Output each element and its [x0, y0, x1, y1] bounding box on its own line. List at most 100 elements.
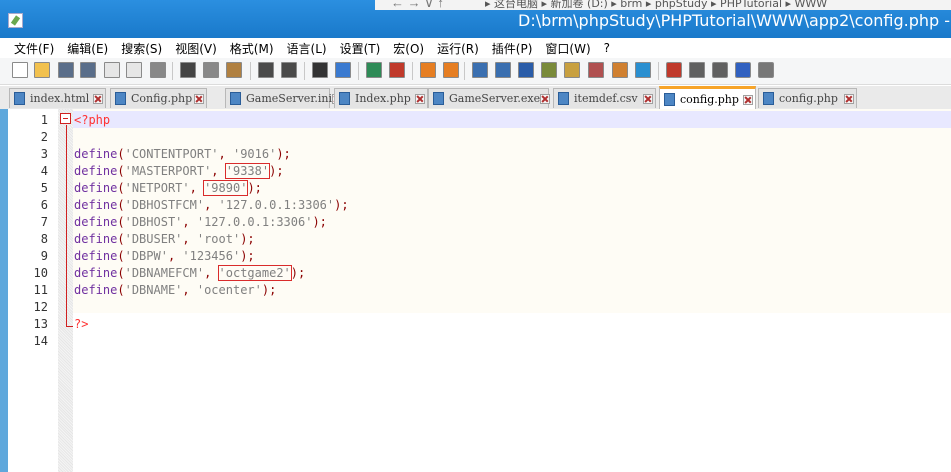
tab-label: GameServer.exe — [449, 92, 541, 105]
code-line[interactable]: define('DBNAMEFCM', 'octgame2'); — [74, 265, 305, 282]
zoom-in-icon[interactable] — [366, 62, 382, 78]
zoom-out-icon[interactable] — [389, 62, 405, 78]
fold-range-line — [66, 125, 67, 327]
tab-2[interactable]: GameServer.ini — [225, 88, 342, 108]
line-number: 12 — [33, 300, 48, 314]
fold-toggle-icon[interactable] — [60, 113, 71, 124]
code-token: 'DBHOSTFCM' — [124, 198, 205, 212]
code-line[interactable]: define('MASTERPORT', '9338'); — [74, 163, 284, 180]
folder-workspace-icon[interactable] — [612, 62, 628, 78]
code-token: 'DBUSER' — [124, 232, 183, 246]
fold-range-end — [66, 326, 73, 327]
toolbar — [0, 58, 951, 85]
code-line[interactable]: define('DBPW', '123456'); — [74, 248, 255, 265]
menu-item-1[interactable]: 编辑(E) — [61, 40, 115, 57]
menu-item-3[interactable]: 视图(V) — [169, 40, 224, 57]
code-line[interactable]: define('DBNAME', 'ocenter'); — [74, 282, 276, 299]
run-macro-multiple-icon[interactable] — [735, 62, 751, 78]
show-all-chars-icon[interactable] — [495, 62, 511, 78]
new-file-icon[interactable] — [12, 62, 28, 78]
paste-icon[interactable] — [226, 62, 242, 78]
file-saved-icon — [14, 92, 25, 105]
code-token: ( — [117, 181, 125, 195]
code-line[interactable]: define('DBHOST', '127.0.0.1:3306'); — [74, 214, 327, 231]
file-saved-icon — [339, 92, 350, 105]
toolbar-separator — [658, 62, 659, 80]
menu-item-0[interactable]: 文件(F) — [0, 40, 61, 57]
menu-item-9[interactable]: 插件(P) — [486, 40, 540, 57]
menu-item-6[interactable]: 设置(T) — [334, 40, 388, 57]
tab-close-icon[interactable] — [643, 93, 653, 104]
close-icon[interactable] — [104, 62, 120, 78]
tab-0[interactable]: index.html — [9, 88, 106, 108]
tab-close-icon[interactable] — [93, 93, 103, 104]
monitoring-icon[interactable] — [635, 62, 651, 78]
record-macro-icon[interactable] — [666, 62, 682, 78]
notepad-plus-plus-icon[interactable] — [8, 13, 23, 28]
code-token: 'ocenter' — [196, 283, 262, 297]
menu-item-11[interactable]: ? — [598, 41, 617, 55]
open-file-icon[interactable] — [34, 62, 50, 78]
tab-5[interactable]: itemdef.csv — [553, 88, 656, 108]
tab-close-icon[interactable] — [743, 94, 753, 105]
tab-4[interactable]: GameServer.exe — [428, 88, 551, 108]
redo-icon[interactable] — [281, 62, 297, 78]
line-number: 3 — [40, 147, 48, 161]
sync-horizontal-icon[interactable] — [443, 62, 459, 78]
code-line[interactable]: define('DBHOSTFCM', '127.0.0.1:3306'); — [74, 197, 349, 214]
menu-item-5[interactable]: 语言(L) — [281, 40, 334, 57]
cut-icon[interactable] — [180, 62, 196, 78]
function-list-icon[interactable] — [588, 62, 604, 78]
tab-close-icon[interactable] — [415, 93, 425, 104]
save-icon[interactable] — [58, 62, 74, 78]
menu-item-4[interactable]: 格式(M) — [224, 40, 281, 57]
code-line[interactable]: define('DBUSER', 'root'); — [74, 231, 255, 248]
code-line[interactable]: ?> — [74, 316, 88, 333]
save-macro-icon[interactable] — [758, 62, 774, 78]
explorer-nav-buttons[interactable]: ← → ∨ ↑ — [391, 0, 444, 10]
code-token: 'CONTENTPORT' — [124, 147, 219, 161]
code-token: '123456' — [182, 249, 241, 263]
find-icon[interactable] — [312, 62, 328, 78]
map-icon[interactable] — [564, 62, 580, 78]
menu-item-8[interactable]: 运行(R) — [431, 40, 486, 57]
tab-6[interactable]: config.php — [659, 86, 756, 110]
replace-icon[interactable] — [335, 62, 351, 78]
tab-1[interactable]: Config.php — [110, 88, 207, 108]
file-saved-icon — [115, 92, 126, 105]
undo-icon[interactable] — [258, 62, 274, 78]
code-token: 'MASTERPORT' — [124, 164, 212, 178]
code-token: '127.0.0.1:3306' — [218, 198, 335, 212]
code-token: 'DBNAMEFCM' — [124, 266, 205, 280]
code-token: , — [211, 164, 226, 178]
indent-guide-icon[interactable] — [518, 62, 534, 78]
code-token: define — [74, 147, 118, 161]
tab-7[interactable]: config.php — [758, 88, 857, 108]
stop-record-icon[interactable] — [689, 62, 705, 78]
word-wrap-icon[interactable] — [472, 62, 488, 78]
print-icon[interactable] — [150, 62, 166, 78]
copy-icon[interactable] — [203, 62, 219, 78]
menu-item-10[interactable]: 窗口(W) — [539, 40, 597, 57]
close-all-icon[interactable] — [126, 62, 142, 78]
file-saved-icon — [433, 92, 444, 105]
menu-item-2[interactable]: 搜索(S) — [115, 40, 169, 57]
menu-item-7[interactable]: 宏(O) — [387, 40, 431, 57]
tab-3[interactable]: Index.php — [334, 88, 428, 108]
tab-close-icon[interactable] — [844, 93, 854, 104]
code-line[interactable]: define('CONTENTPORT', '9016'); — [74, 146, 291, 163]
code-editor[interactable]: 1 2 3 4 5 6 7 8 9 10 11 12 13 14 <?php define('CONTENT… — [0, 109, 951, 472]
sync-vertical-icon[interactable] — [420, 62, 436, 78]
code-token: , — [182, 283, 197, 297]
line-number: 14 — [33, 334, 48, 348]
code-line[interactable]: define('NETPORT', '9890'); — [74, 180, 262, 197]
code-line[interactable]: <?php — [74, 112, 110, 129]
highlighted-value: '9890' — [203, 180, 249, 196]
save-all-icon[interactable] — [80, 62, 96, 78]
toolbar-separator — [464, 62, 465, 80]
tab-close-icon[interactable] — [540, 93, 551, 104]
user-language-icon[interactable] — [541, 62, 557, 78]
tab-close-icon[interactable] — [194, 93, 204, 104]
explorer-breadcrumb[interactable]: ▸ 这台电脑 ▸ 新加卷 (D:) ▸ brm ▸ phpStudy ▸ PHP… — [485, 0, 827, 10]
play-macro-icon[interactable] — [712, 62, 728, 78]
